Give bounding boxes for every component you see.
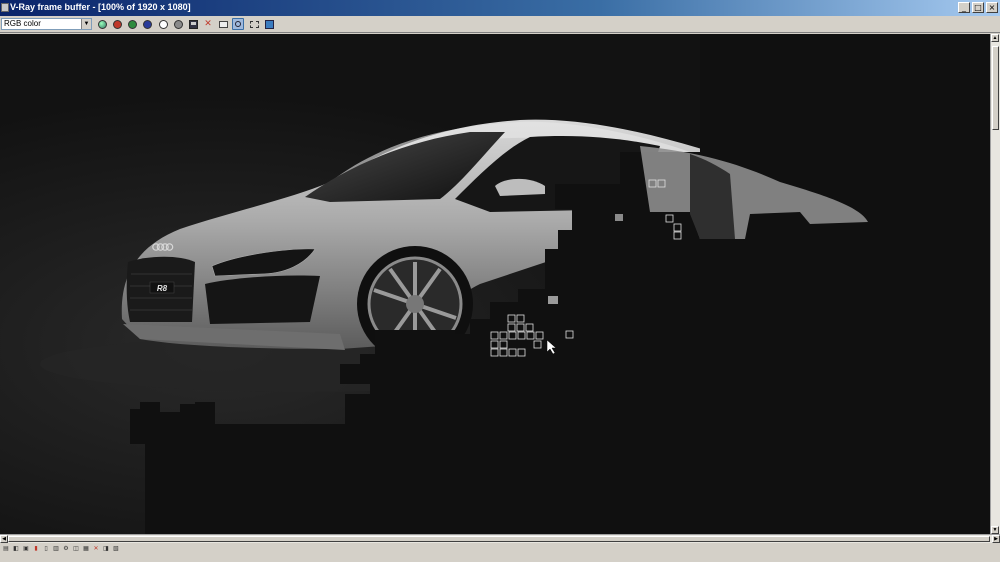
lut-icon[interactable]: ▯ bbox=[42, 545, 50, 553]
grille-badge: R8 bbox=[157, 284, 168, 293]
scroll-down-arrow-icon[interactable]: ▼ bbox=[991, 526, 999, 534]
settings-icon[interactable]: ⚙ bbox=[62, 545, 70, 553]
srgb-icon[interactable]: ▮ bbox=[32, 545, 40, 553]
render-image: R8 bbox=[0, 34, 990, 534]
lock-icon[interactable]: ▣ bbox=[22, 545, 30, 553]
maximize-button[interactable]: □ bbox=[972, 2, 984, 13]
green-channel-button[interactable] bbox=[126, 18, 138, 30]
follow-mouse-icon[interactable]: ▦ bbox=[82, 545, 90, 553]
minimize-button[interactable]: _ bbox=[958, 2, 970, 13]
scroll-left-arrow-icon[interactable]: ◀ bbox=[0, 535, 8, 543]
levels-icon[interactable]: ◧ bbox=[12, 545, 20, 553]
chevron-down-icon[interactable]: ▼ bbox=[81, 19, 91, 29]
toolbar: RGB color ▼ ✕ bbox=[0, 16, 1000, 33]
window-title: V-Ray frame buffer - [100% of 1920 x 108… bbox=[10, 2, 191, 12]
monochrome-button[interactable] bbox=[172, 18, 184, 30]
app-icon bbox=[1, 3, 9, 12]
blue-channel-button[interactable] bbox=[141, 18, 153, 30]
histogram-icon[interactable]: ▥ bbox=[52, 545, 60, 553]
vertical-scroll-thumb[interactable] bbox=[992, 46, 999, 130]
region-render-icon[interactable] bbox=[248, 18, 260, 30]
pixel-info-icon[interactable]: ▧ bbox=[112, 545, 120, 553]
render-last-icon[interactable] bbox=[263, 18, 275, 30]
clear-image-icon[interactable]: ✕ bbox=[202, 18, 214, 30]
horizontal-scroll-thumb[interactable] bbox=[8, 536, 990, 542]
horizontal-scrollbar[interactable]: ◀ ▶ bbox=[0, 534, 1000, 543]
compare-icon[interactable]: ◫ bbox=[72, 545, 80, 553]
track-mouse-icon[interactable] bbox=[232, 18, 244, 30]
close-button[interactable]: × bbox=[986, 2, 998, 13]
info-icon[interactable]: ◨ bbox=[102, 545, 110, 553]
channel-select-value: RGB color bbox=[4, 19, 41, 28]
save-image-icon[interactable] bbox=[96, 18, 108, 30]
history-icon[interactable]: ▤ bbox=[2, 545, 10, 553]
save-icon[interactable] bbox=[187, 18, 199, 30]
channel-select[interactable]: RGB color ▼ bbox=[1, 18, 92, 30]
scroll-right-arrow-icon[interactable]: ▶ bbox=[992, 535, 1000, 543]
duplicate-to-mtl-editor-icon[interactable] bbox=[217, 18, 229, 30]
status-bar: ▤ ◧ ▣ ▮ ▯ ▥ ⚙ ◫ ▦ ✕ ◨ ▧ bbox=[0, 543, 1000, 562]
stop-icon[interactable]: ✕ bbox=[92, 545, 100, 553]
scroll-up-arrow-icon[interactable]: ▲ bbox=[991, 34, 999, 42]
render-viewport[interactable]: R8 bbox=[0, 34, 990, 534]
red-channel-button[interactable] bbox=[111, 18, 123, 30]
vertical-scrollbar[interactable]: ▲ ▼ bbox=[990, 34, 1000, 534]
title-bar: V-Ray frame buffer - [100% of 1920 x 108… bbox=[0, 0, 1000, 16]
alpha-channel-button[interactable] bbox=[157, 18, 169, 30]
